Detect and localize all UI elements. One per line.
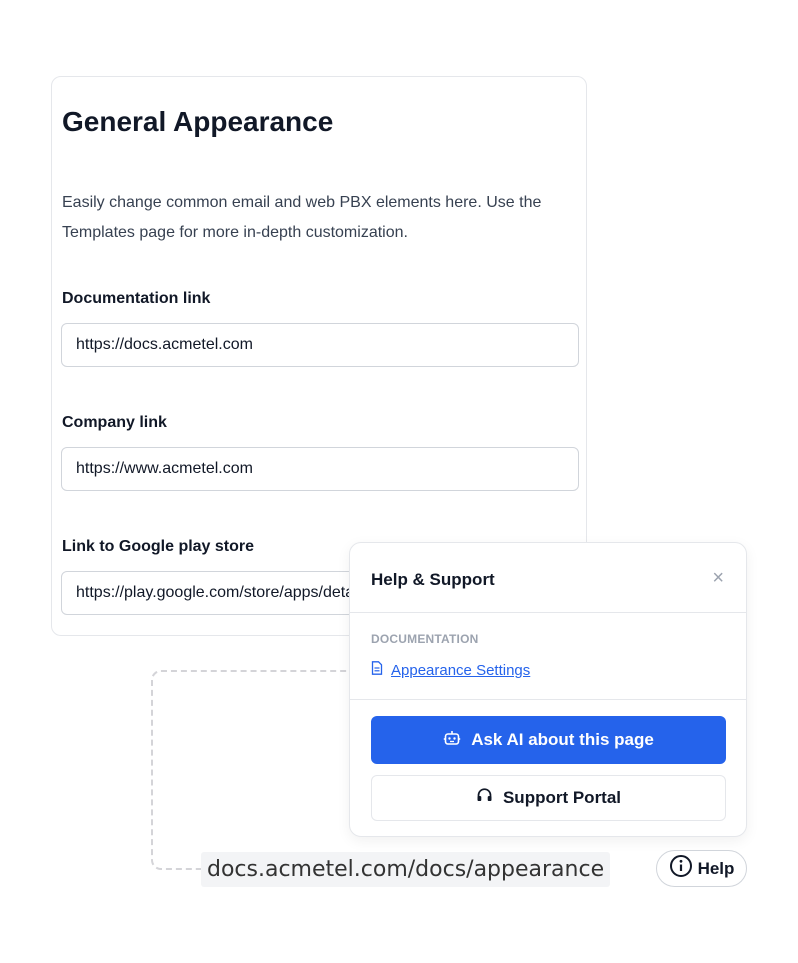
document-icon (371, 661, 383, 680)
google-play-link-label: Link to Google play store (62, 538, 255, 555)
support-portal-button[interactable]: Support Portal (371, 775, 726, 821)
help-support-panel: Help & Support × DOCUMENTATION Appearanc… (349, 542, 747, 837)
dashed-connector (151, 670, 371, 870)
robot-icon (443, 729, 461, 752)
ask-ai-button-label: Ask AI about this page (471, 730, 654, 749)
info-circle-icon (669, 854, 693, 883)
company-link-label: Company link (62, 414, 167, 431)
documentation-link-input[interactable]: https://docs.acmetel.com (61, 323, 579, 367)
help-button[interactable]: Help (656, 850, 747, 887)
documentation-section-label: DOCUMENTATION (371, 632, 479, 646)
appearance-settings-link[interactable]: Appearance Settings (371, 661, 530, 680)
close-icon[interactable]: × (712, 568, 724, 588)
panel-divider (350, 612, 746, 613)
appearance-settings-link-text[interactable]: Appearance Settings (391, 662, 530, 679)
url-chip: docs.acmetel.com/docs/appearance (201, 852, 611, 887)
company-link-input[interactable]: https://www.acmetel.com (61, 447, 579, 491)
documentation-link-label: Documentation link (62, 290, 211, 307)
headset-icon (476, 787, 493, 809)
panel-divider-2 (350, 699, 746, 700)
page-description: Easily change common email and web PBX e… (62, 194, 542, 241)
support-portal-button-label: Support Portal (502, 788, 622, 807)
ask-ai-button[interactable]: Ask AI about this page (371, 716, 726, 764)
page-title: General Appearance (62, 106, 334, 137)
help-button-label: Help (697, 858, 735, 878)
panel-title: Help & Support (371, 570, 495, 589)
